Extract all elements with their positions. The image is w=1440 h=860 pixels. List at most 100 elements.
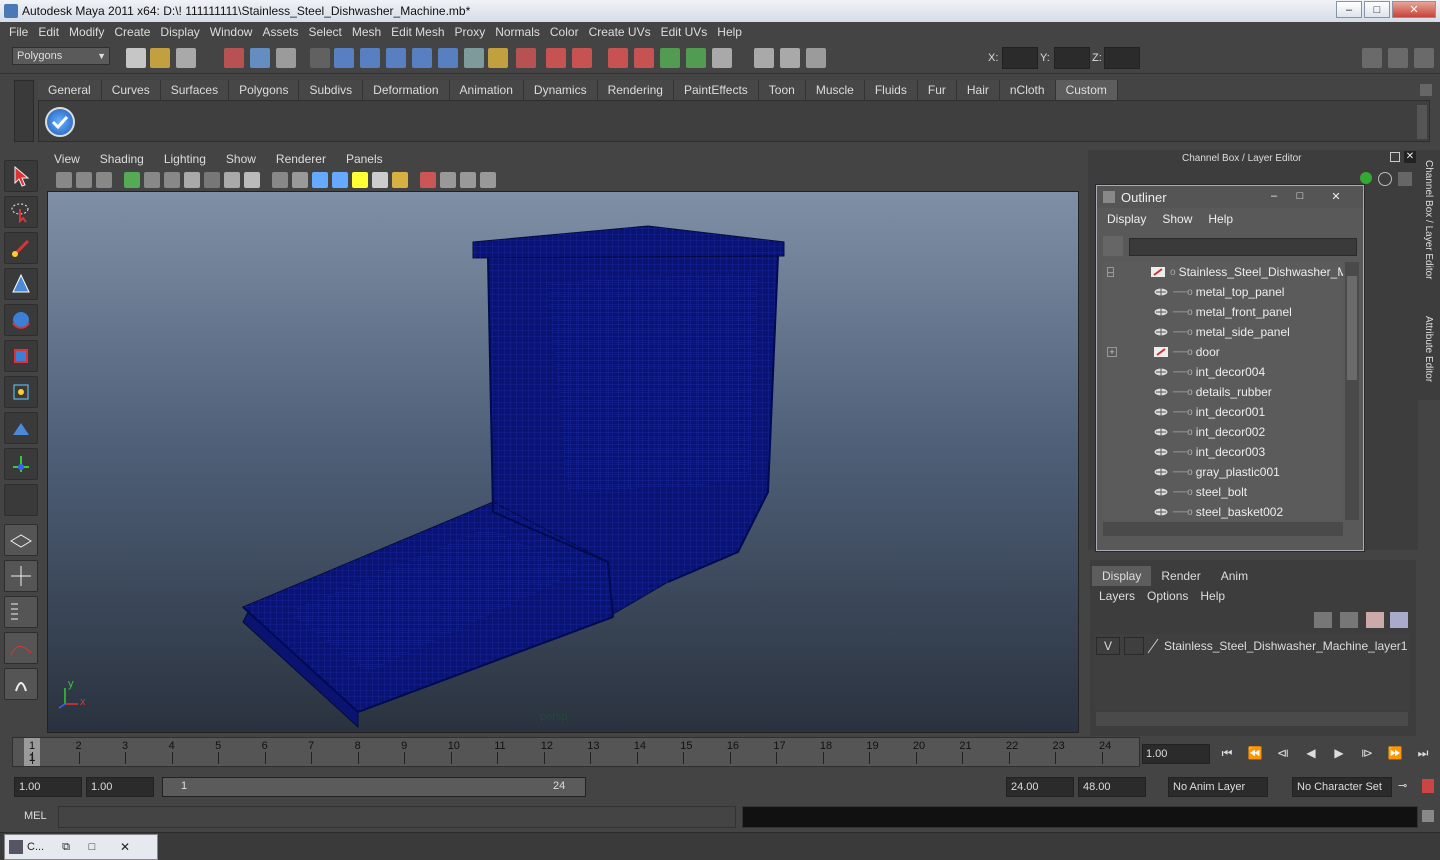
- tab-subdivs[interactable]: Subdivs: [299, 80, 364, 100]
- select-by-object-icon[interactable]: [250, 48, 270, 68]
- layer-menu-options[interactable]: Options: [1147, 589, 1188, 603]
- playback-end-field[interactable]: 24.00: [1006, 777, 1074, 797]
- menu-edit-uvs[interactable]: Edit UVs: [661, 25, 708, 39]
- outliner-menu-display[interactable]: Display: [1107, 212, 1146, 226]
- menu-file[interactable]: File: [9, 25, 28, 39]
- outliner-item[interactable]: + ──o door: [1103, 342, 1343, 362]
- paint-select-tool-icon[interactable]: [4, 232, 38, 264]
- universal-manipulator-icon[interactable]: [4, 376, 38, 408]
- hypershade-layout-icon[interactable]: [4, 668, 38, 700]
- render-current-icon[interactable]: [686, 48, 706, 68]
- menu-modify[interactable]: Modify: [69, 25, 104, 39]
- menu-create-uvs[interactable]: Create UVs: [589, 25, 651, 39]
- character-set-dropdown[interactable]: No Character Set: [1292, 777, 1392, 797]
- playback-start-field[interactable]: 1.00: [86, 777, 154, 797]
- outliner-item[interactable]: ──o steel_bolt: [1103, 482, 1343, 502]
- xray-icon[interactable]: [440, 172, 456, 188]
- tab-hair[interactable]: Hair: [956, 80, 1000, 100]
- trash-icon[interactable]: [1420, 84, 1432, 96]
- outliner-item[interactable]: ──o int_decor001: [1103, 402, 1343, 422]
- current-frame-field[interactable]: 1.00: [1142, 744, 1210, 764]
- layer-visibility-toggle[interactable]: V: [1096, 637, 1120, 655]
- minimize-button[interactable]: –: [1336, 1, 1362, 18]
- hypershade-icon[interactable]: [780, 48, 800, 68]
- layer-tab-display[interactable]: Display: [1092, 566, 1152, 586]
- show-manipulator-tool-icon[interactable]: [4, 448, 38, 480]
- layer-color-swatch[interactable]: [1146, 637, 1160, 655]
- menu-mesh[interactable]: Mesh: [352, 25, 381, 39]
- shadows-icon[interactable]: [392, 172, 408, 188]
- outliner-scroll-thumb[interactable]: [1347, 276, 1357, 380]
- outliner-item[interactable]: – oStainless_Steel_Dishwasher_Mach: [1103, 262, 1343, 282]
- channel-box-globe-icon[interactable]: [1378, 172, 1392, 186]
- step-forward-frame-icon[interactable]: ⧐: [1356, 746, 1378, 764]
- soft-modification-tool-icon[interactable]: [4, 412, 38, 444]
- move-layer-down-icon[interactable]: [1340, 612, 1358, 628]
- select-by-hierarchy-icon[interactable]: [224, 48, 244, 68]
- outliner-close-button[interactable]: ✕: [1317, 190, 1355, 204]
- minimized-maximize-button[interactable]: □: [79, 841, 105, 853]
- outliner-item[interactable]: ──o metal_front_panel: [1103, 302, 1343, 322]
- tab-curves[interactable]: Curves: [101, 80, 161, 100]
- select-camera-icon[interactable]: [56, 172, 72, 188]
- tab-deformation[interactable]: Deformation: [363, 80, 450, 100]
- outliner-filter-icon[interactable]: [1103, 236, 1123, 256]
- minimized-close-button[interactable]: ✕: [105, 840, 145, 854]
- select-tool-icon[interactable]: [4, 160, 38, 192]
- open-scene-icon[interactable]: [150, 48, 170, 68]
- select-by-component-icon[interactable]: [276, 48, 296, 68]
- input-ops-icon[interactable]: [546, 48, 566, 68]
- layer-tab-render[interactable]: Render: [1151, 566, 1210, 586]
- backface-culling-icon[interactable]: [480, 172, 496, 188]
- maximize-button[interactable]: □: [1364, 1, 1390, 18]
- bookmark-icon[interactable]: [96, 172, 112, 188]
- tool-settings-toggle-icon[interactable]: [1414, 48, 1434, 68]
- anim-layer-dropdown[interactable]: No Anim Layer: [1168, 777, 1268, 797]
- layer-menu-layers[interactable]: Layers: [1099, 589, 1135, 603]
- animation-preferences-icon[interactable]: [1422, 779, 1434, 793]
- layer-name[interactable]: Stainless_Steel_Dishwasher_Machine_layer…: [1164, 639, 1407, 653]
- tab-animation[interactable]: Animation: [449, 80, 524, 100]
- viewport-menu-panels[interactable]: Panels: [346, 152, 383, 168]
- collapse-icon[interactable]: –: [1107, 267, 1115, 277]
- tab-fluids[interactable]: Fluids: [864, 80, 918, 100]
- step-forward-key-icon[interactable]: ⏩: [1384, 746, 1406, 764]
- mel-label[interactable]: MEL: [24, 810, 47, 822]
- new-scene-icon[interactable]: [126, 48, 146, 68]
- scale-tool-icon[interactable]: [4, 340, 38, 372]
- outliner-item[interactable]: ──o details_rubber: [1103, 382, 1343, 402]
- snap-grid-icon[interactable]: [334, 48, 354, 68]
- checkmark-shelf-icon[interactable]: [45, 107, 75, 137]
- tab-polygons[interactable]: Polygons: [229, 80, 300, 100]
- attribute-editor-side-tab[interactable]: Attribute Editor: [1423, 316, 1434, 406]
- outliner-search-input[interactable]: [1129, 238, 1357, 256]
- menu-display[interactable]: Display: [160, 25, 199, 39]
- script-editor-icon[interactable]: [1422, 810, 1434, 822]
- layer-horizontal-scrollbar[interactable]: [1096, 712, 1408, 726]
- render-view-icon[interactable]: [660, 48, 680, 68]
- outliner-item[interactable]: ──o metal_top_panel: [1103, 282, 1343, 302]
- tab-muscle[interactable]: Muscle: [805, 80, 865, 100]
- create-empty-layer-icon[interactable]: [1366, 612, 1384, 628]
- attribute-editor-toggle-icon[interactable]: [1388, 48, 1408, 68]
- output-ops-icon[interactable]: [572, 48, 592, 68]
- menu-help[interactable]: Help: [717, 25, 742, 39]
- viewport-menu-shading[interactable]: Shading: [100, 152, 144, 168]
- mode-menu-selector[interactable]: Polygons ▼: [12, 47, 110, 65]
- outliner-item[interactable]: ──o int_decor004: [1103, 362, 1343, 382]
- menu-edit-mesh[interactable]: Edit Mesh: [391, 25, 444, 39]
- outliner-item[interactable]: ──o int_decor003: [1103, 442, 1343, 462]
- xray-joints-icon[interactable]: [460, 172, 476, 188]
- wireframe-icon[interactable]: [292, 172, 308, 188]
- layer-tab-anim[interactable]: Anim: [1211, 566, 1258, 586]
- move-tool-icon[interactable]: [4, 268, 38, 300]
- create-layer-from-selection-icon[interactable]: [1390, 612, 1408, 628]
- start-time-field[interactable]: 1.00: [14, 777, 82, 797]
- xyz-mode-icon[interactable]: [806, 48, 826, 68]
- filter-chevron-icon[interactable]: [310, 48, 330, 68]
- channel-box-pin-icon[interactable]: [1398, 172, 1412, 186]
- show-render-settings-icon[interactable]: [754, 48, 774, 68]
- menu-normals[interactable]: Normals: [495, 25, 540, 39]
- play-forwards-icon[interactable]: ▶: [1328, 746, 1350, 764]
- outliner-horizontal-scrollbar[interactable]: [1103, 522, 1343, 536]
